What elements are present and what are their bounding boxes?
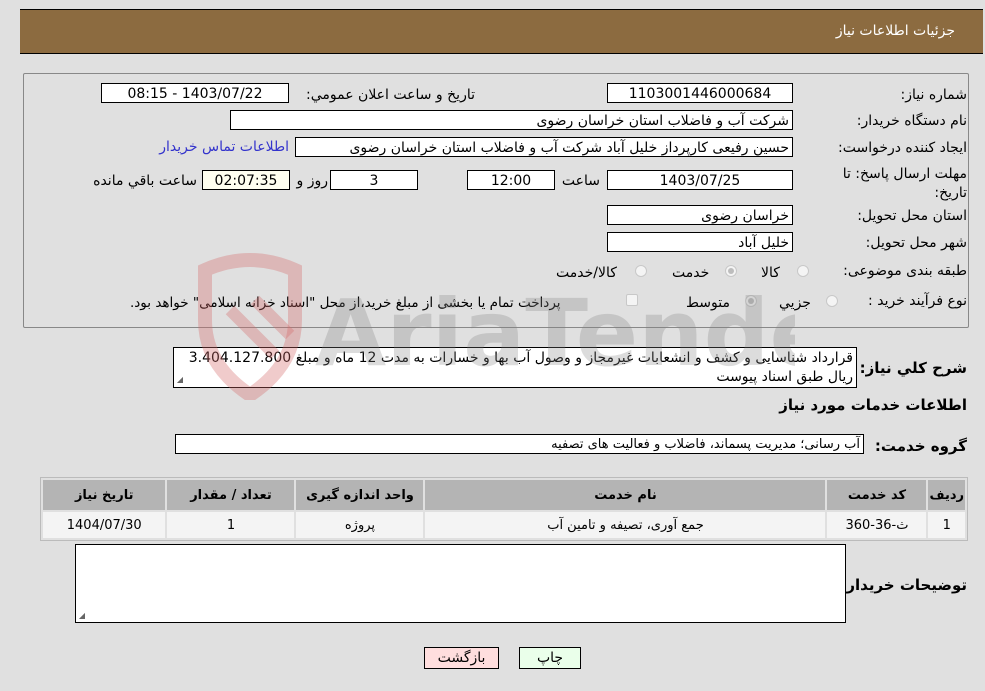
buyer-notes-textarea[interactable] — [75, 544, 846, 623]
process-label: نوع فرآیند خرید : — [868, 293, 967, 309]
services-section-title: اطلاعات خدمات مورد نیاز — [779, 396, 967, 414]
province-field[interactable]: خراسان رضوی — [607, 205, 793, 225]
col-row-number: ردیف — [928, 480, 965, 510]
buyer-contact-link[interactable]: اطلاعات تماس خریدار — [159, 139, 289, 155]
category-radio-goods-service[interactable] — [635, 265, 647, 277]
col-need-date: تاریخ نیاز — [43, 480, 166, 510]
cell-unit: پروژه — [296, 512, 424, 538]
deadline-time-label: ساعت — [561, 173, 600, 189]
time-remaining-label: ساعت باقي مانده — [93, 173, 197, 189]
resize-grip-icon[interactable]: ◢ — [77, 612, 85, 620]
buyer-org-field[interactable]: شرکت آب و فاضلاب استان خراسان رضوی — [230, 110, 793, 130]
service-group-field[interactable]: آب رسانی؛ مدیریت پسماند، فاضلاب و فعالیت… — [175, 434, 864, 454]
category-label: طبقه بندی موضوعی: — [843, 263, 967, 279]
category-option-service: خدمت — [672, 265, 710, 281]
treasury-checkbox[interactable] — [626, 294, 638, 306]
table-row: 1 ث-36-360 جمع آوری، تصیفه و تامین آب پر… — [43, 512, 965, 538]
col-service-code: کد خدمت — [827, 480, 927, 510]
cell-row-number: 1 — [928, 512, 965, 538]
deadline-label: مهلت ارسال پاسخ: تا تاریخ: — [842, 166, 967, 201]
col-service-name: نام خدمت — [425, 480, 826, 510]
process-radio-minor[interactable] — [826, 295, 838, 307]
resize-grip-icon[interactable]: ◢ — [175, 376, 183, 384]
deadline-date-field[interactable]: 1403/07/25 — [607, 170, 793, 190]
category-radio-service[interactable] — [725, 265, 737, 277]
cell-service-code: ث-36-360 — [827, 512, 927, 538]
process-option-minor: جزيي — [779, 295, 811, 311]
city-label: شهر محل تحویل: — [865, 235, 967, 251]
cell-service-name: جمع آوری، تصیفه و تامین آب — [425, 512, 826, 538]
treasury-note: پرداخت تمام یا بخشی از مبلغ خرید،از محل … — [130, 295, 561, 311]
buyer-org-label: نام دستگاه خریدار: — [856, 113, 967, 129]
city-field[interactable]: خلیل آباد — [607, 232, 793, 252]
page-title: جزئیات اطلاعات نیاز — [835, 23, 955, 39]
col-unit: واحد اندازه گیری — [296, 480, 424, 510]
need-number-label: شماره نیاز: — [900, 87, 968, 103]
page-header: جزئیات اطلاعات نیاز — [20, 9, 983, 54]
print-button[interactable]: چاپ — [519, 647, 581, 669]
category-radio-goods[interactable] — [797, 265, 809, 277]
process-option-medium: متوسط — [686, 295, 730, 311]
table-header-row: ردیف کد خدمت نام خدمت واحد اندازه گیری ت… — [43, 480, 965, 510]
announce-datetime-field[interactable]: 1403/07/22 - 08:15 — [101, 83, 289, 103]
province-label: استان محل تحویل: — [857, 208, 967, 224]
deadline-time-field[interactable]: 12:00 — [467, 170, 555, 190]
services-table: ردیف کد خدمت نام خدمت واحد اندازه گیری ت… — [40, 477, 968, 541]
days-remaining-field[interactable]: 3 — [330, 170, 418, 190]
service-group-label: گروه خدمت: — [874, 437, 967, 455]
cell-quantity: 1 — [167, 512, 295, 538]
col-quantity: تعداد / مقدار — [167, 480, 295, 510]
time-remaining-field[interactable]: 02:07:35 — [202, 170, 290, 190]
description-label: شرح کلي نیاز: — [859, 359, 967, 377]
category-option-goods: کالا — [761, 265, 780, 281]
days-label: روز و — [296, 173, 329, 189]
category-option-goods-service: کالا/خدمت — [556, 265, 617, 281]
description-textarea[interactable]: قرارداد شناسایی و کشف و انشعابات غیرمجاز… — [173, 347, 857, 388]
cell-need-date: 1404/07/30 — [43, 512, 166, 538]
process-radio-medium[interactable] — [745, 295, 757, 307]
buyer-notes-label: توضیحات خریدار: — [840, 576, 967, 594]
need-number-field[interactable]: 1103001446000684 — [607, 83, 793, 103]
requester-label: ایجاد کننده درخواست: — [838, 140, 967, 156]
requester-field[interactable]: حسین رفیعی کارپرداز خلیل آباد شرکت آب و … — [295, 137, 793, 157]
announce-label: تاریخ و ساعت اعلان عمومي: — [306, 87, 475, 103]
back-button[interactable]: بازگشت — [424, 647, 499, 669]
